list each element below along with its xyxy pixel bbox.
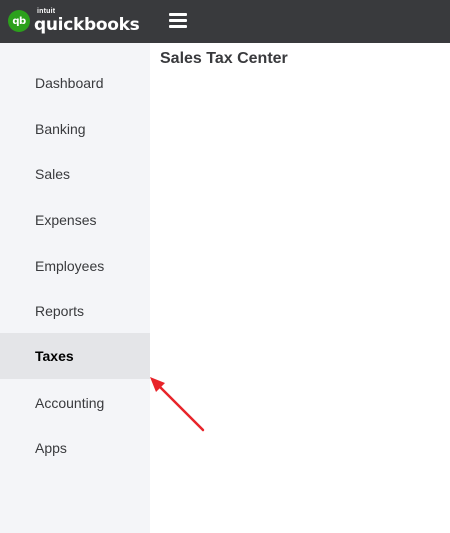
qb-logo-icon: qb: [8, 10, 30, 32]
sidebar-item-taxes[interactable]: Taxes: [0, 333, 150, 379]
quickbooks-logo[interactable]: qb intuit quickbooks: [8, 6, 140, 36]
sidebar-item-label: Taxes: [35, 348, 74, 364]
arrow-pointer-icon: [150, 377, 205, 432]
sidebar-item-label: Apps: [35, 440, 67, 456]
sidebar-item-label: Reports: [35, 303, 85, 319]
sidebar-item-sales[interactable]: Sales: [0, 151, 150, 197]
sidebar-item-banking[interactable]: Banking: [0, 106, 150, 152]
sidebar-item-apps[interactable]: Apps: [0, 425, 150, 471]
sidebar-item-expenses[interactable]: Expenses: [0, 197, 150, 243]
sidebar-item-label: Dashboard: [35, 75, 104, 91]
sidebar-item-label: Accounting: [35, 395, 105, 411]
sidebar-item-employees[interactable]: Employees: [0, 243, 150, 289]
sidebar-item-label: Sales: [35, 166, 71, 182]
sidebar-item-accounting[interactable]: Accounting: [0, 380, 150, 426]
hamburger-menu-icon[interactable]: [169, 13, 187, 28]
sidebar-item-reports[interactable]: Reports: [0, 288, 150, 334]
sidebar-item-label: Employees: [35, 258, 105, 274]
sidebar-item-label: Banking: [35, 121, 86, 137]
sidebar-item-label: Expenses: [35, 212, 97, 228]
sidebar-nav: Dashboard Banking Sales Expenses Employe…: [0, 43, 150, 533]
sidebar-item-dashboard[interactable]: Dashboard: [0, 60, 150, 106]
intuit-label: intuit: [37, 8, 56, 15]
quickbooks-label: quickbooks: [34, 15, 140, 35]
logo-wordmark: intuit quickbooks: [34, 6, 140, 36]
page-title: Sales Tax Center: [160, 50, 288, 67]
top-bar: qb intuit quickbooks: [0, 0, 450, 43]
